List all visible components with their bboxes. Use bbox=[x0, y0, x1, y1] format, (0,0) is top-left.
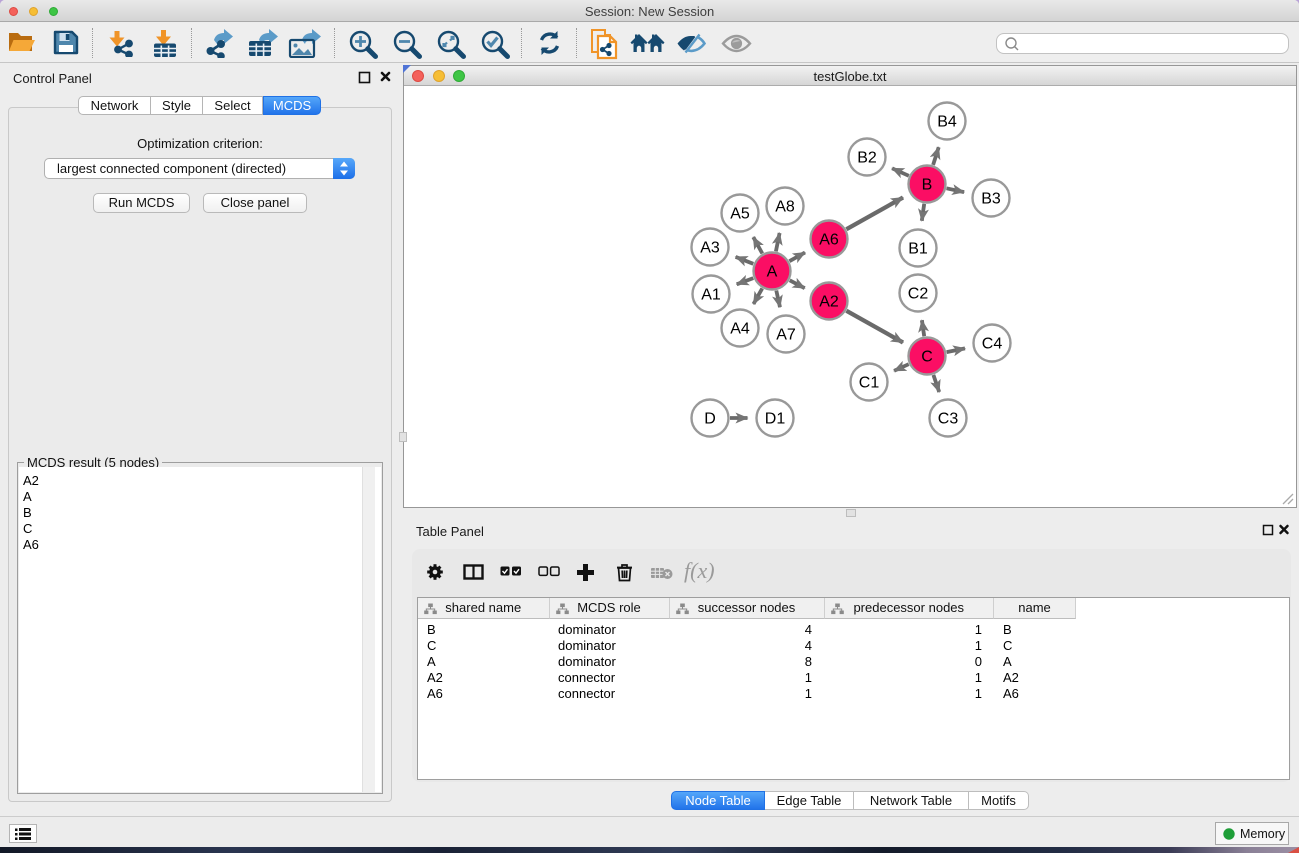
svg-text:B3: B3 bbox=[981, 190, 1001, 207]
svg-text:C: C bbox=[921, 348, 933, 365]
svg-text:C2: C2 bbox=[908, 285, 929, 302]
svg-text:C3: C3 bbox=[938, 410, 959, 427]
svg-text:A5: A5 bbox=[730, 205, 750, 222]
svg-text:A: A bbox=[767, 263, 778, 280]
svg-text:B: B bbox=[922, 176, 933, 193]
svg-text:A3: A3 bbox=[700, 239, 720, 256]
svg-text:A7: A7 bbox=[776, 326, 796, 343]
svg-text:A4: A4 bbox=[730, 320, 750, 337]
svg-text:A6: A6 bbox=[819, 231, 839, 248]
svg-text:C1: C1 bbox=[859, 374, 880, 391]
svg-text:A1: A1 bbox=[701, 286, 721, 303]
svg-text:D1: D1 bbox=[765, 410, 786, 427]
svg-text:B2: B2 bbox=[857, 149, 877, 166]
svg-text:B1: B1 bbox=[908, 240, 928, 257]
svg-text:A2: A2 bbox=[819, 293, 839, 310]
svg-text:D: D bbox=[704, 410, 716, 427]
svg-text:B4: B4 bbox=[937, 113, 957, 130]
svg-text:Memory: Memory bbox=[1240, 827, 1286, 841]
svg-text:C4: C4 bbox=[982, 335, 1003, 352]
svg-text:A8: A8 bbox=[775, 198, 795, 215]
